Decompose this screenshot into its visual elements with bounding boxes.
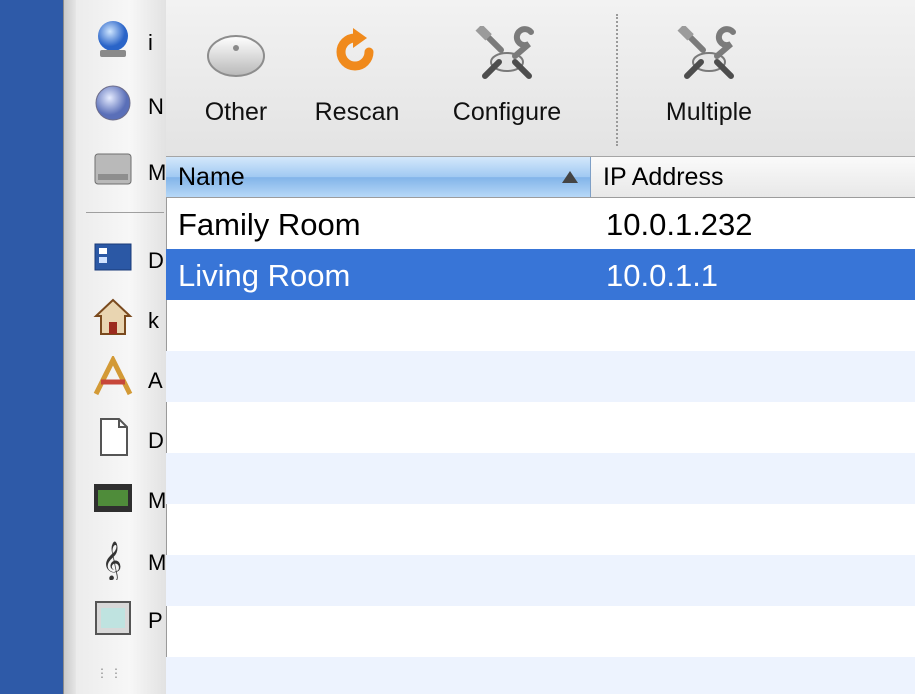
music-icon: 𝄞 <box>102 541 122 580</box>
sidebar-item-documents[interactable]: D <box>92 416 166 464</box>
resize-grip-icon[interactable]: ⋮⋮ <box>96 666 124 680</box>
rescan-button[interactable]: Rescan <box>300 26 414 148</box>
sidebar-item-desktop[interactable]: D <box>92 236 166 284</box>
row-ip-cell: 10.0.1.232 <box>606 207 753 242</box>
pictures-icon <box>95 601 131 635</box>
sidebar-item-pictures[interactable]: P <box>92 596 166 644</box>
column-header-name[interactable]: Name <box>166 157 591 197</box>
desktop-background <box>0 0 63 694</box>
row-name-cell: Family Room <box>178 207 361 242</box>
sort-ascending-icon <box>562 171 578 183</box>
empty-row <box>166 300 915 351</box>
row-ip-cell: 10.0.1.1 <box>606 258 719 293</box>
table-row-selected[interactable]: Living Room 10.0.1.1 <box>166 249 915 300</box>
empty-row <box>166 657 915 694</box>
sidebar-item-label: i <box>148 30 153 55</box>
configure-label: Configure <box>452 98 562 126</box>
empty-row <box>166 555 915 606</box>
sidebar-item-idisk[interactable]: i <box>92 18 166 66</box>
finder-sidebar: i N M D k A D M 𝄞 M P ⋮⋮ <box>76 0 167 694</box>
empty-row <box>166 606 915 657</box>
table-header: Name IP Address <box>166 157 915 198</box>
empty-row <box>166 402 915 453</box>
movies-icon <box>94 484 132 512</box>
desktop-icon <box>94 243 132 271</box>
home-icon <box>93 298 133 335</box>
sidebar-item-label: D <box>148 248 164 273</box>
row-name-cell: Living Room <box>178 258 351 293</box>
column-header-ip-address[interactable]: IP Address <box>591 157 915 197</box>
sidebar-item-label: k <box>148 308 159 333</box>
empty-row <box>166 504 915 555</box>
sidebar-item-label: N <box>148 94 164 119</box>
empty-row <box>166 351 915 402</box>
sidebar-item-label: M <box>148 488 167 513</box>
sidebar-item-applications[interactable]: A <box>92 356 166 404</box>
column-header-label: Name <box>178 163 245 191</box>
table-body: Family Room 10.0.1.232 Living Room 10.0.… <box>166 198 915 694</box>
sidebar-item-movies[interactable]: M <box>92 476 167 524</box>
applications-icon <box>93 356 133 396</box>
sidebar-item-home[interactable]: k <box>92 296 166 344</box>
globe-network-icon <box>98 21 128 57</box>
sidebar-item-disk[interactable]: M <box>92 148 167 196</box>
sidebar-item-label: P <box>148 608 163 633</box>
multiple-button[interactable]: Multiple <box>636 26 782 148</box>
tools-multiple-icon <box>677 26 736 79</box>
column-header-label: IP Address <box>603 163 724 191</box>
svg-text:𝄞: 𝄞 <box>102 541 122 580</box>
sidebar-item-label: D <box>148 428 164 453</box>
toolbar-separator <box>616 14 618 146</box>
empty-row <box>166 453 915 504</box>
sidebar-item-music[interactable]: 𝄞 M <box>92 538 167 586</box>
network-globe-icon <box>95 85 131 121</box>
toolbar: Other Rescan Configure Multiple <box>166 0 915 157</box>
sidebar-item-label: M <box>148 550 167 575</box>
other-button[interactable]: Other <box>186 26 286 148</box>
hard-drive-icon <box>94 153 132 185</box>
window-edge <box>63 0 76 694</box>
rescan-label: Rescan <box>314 98 400 126</box>
rescan-icon <box>336 28 374 71</box>
airport-base-icon <box>207 35 265 77</box>
sidebar-divider <box>86 212 164 213</box>
table-row[interactable]: Family Room 10.0.1.232 <box>166 198 915 249</box>
other-label: Other <box>204 98 268 126</box>
sidebar-item-label: A <box>148 368 163 393</box>
configure-button[interactable]: Configure <box>432 26 582 148</box>
sidebar-item-network[interactable]: N <box>92 82 166 130</box>
sidebar-item-label: M <box>148 160 167 185</box>
multiple-label: Multiple <box>665 98 753 126</box>
documents-icon <box>100 418 128 456</box>
tools-configure-icon <box>475 26 534 79</box>
base-station-list: Name IP Address Family Room 10.0.1.232 L… <box>166 157 915 694</box>
